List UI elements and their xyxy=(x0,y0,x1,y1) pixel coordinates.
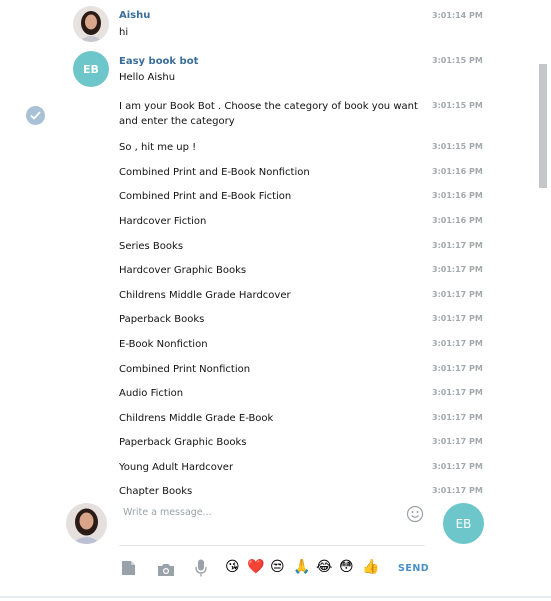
bottom-divider xyxy=(0,596,551,598)
message-time: 3:01:17 PM xyxy=(432,290,483,299)
bot-avatar-large[interactable]: EB xyxy=(443,503,484,544)
chat-scrollbar-thumb[interactable] xyxy=(539,64,547,188)
bot-avatar-initials: EB xyxy=(83,62,99,76)
message-text: hi xyxy=(119,27,129,38)
message-text: Hardcover Fiction xyxy=(119,216,207,227)
emoji-pray[interactable]: 🙏 xyxy=(293,558,310,576)
message-text: Audio Fiction xyxy=(119,388,184,399)
message-text: Young Adult Hardcover xyxy=(119,462,234,473)
message-time: 3:01:15 PM xyxy=(432,101,483,110)
my-avatar[interactable] xyxy=(66,503,107,544)
user-avatar[interactable] xyxy=(73,6,109,42)
camera-icon[interactable] xyxy=(157,562,175,581)
emoji-thumbs-up[interactable]: 👍 xyxy=(362,558,379,576)
message-time: 3:01:16 PM xyxy=(432,191,483,200)
message-text: E-Book Nonfiction xyxy=(119,339,208,350)
message-time: 3:01:17 PM xyxy=(432,241,483,250)
message-time: 3:01:17 PM xyxy=(432,486,483,495)
emoji-unamused[interactable]: 😒 xyxy=(270,558,285,576)
message-text: Paperback Books xyxy=(119,314,205,325)
message-time: 3:01:17 PM xyxy=(432,413,483,422)
message-time: 3:01:17 PM xyxy=(432,339,483,348)
message-time: 3:01:16 PM xyxy=(432,167,483,176)
microphone-icon[interactable] xyxy=(195,559,207,581)
bot-avatar[interactable]: EB xyxy=(73,51,109,87)
message-time: 3:01:17 PM xyxy=(432,265,483,274)
bot-avatar-large-initials: EB xyxy=(455,516,472,531)
message-text: Hello Aishu xyxy=(119,72,176,83)
message-text: Series Books xyxy=(119,241,184,252)
attach-file-icon[interactable] xyxy=(121,560,136,580)
message-text: Combined Print Nonfiction xyxy=(119,364,251,375)
message-text: So , hit me up ! xyxy=(119,142,197,153)
sender-name-bot[interactable]: Easy book bot xyxy=(119,56,198,67)
message-text: Combined Print and E-Book Fiction xyxy=(119,191,292,202)
message-input-area[interactable] xyxy=(119,500,425,546)
emoji-joy[interactable]: 😂 xyxy=(316,558,332,576)
message-text: Childrens Middle Grade E-Book xyxy=(119,413,274,424)
message-input[interactable] xyxy=(119,501,417,524)
message-text: Chapter Books xyxy=(119,486,193,496)
sender-name-user[interactable]: Aishu xyxy=(119,10,150,21)
message-time: 3:01:17 PM xyxy=(432,388,483,397)
message-text: Combined Print and E-Book Nonfiction xyxy=(119,167,310,178)
send-button[interactable]: SEND xyxy=(398,563,429,574)
message-text: Paperback Graphic Books xyxy=(119,437,247,448)
message-time: 3:01:15 PM xyxy=(432,142,483,151)
message-time: 3:01:17 PM xyxy=(432,314,483,323)
message-time: 3:01:17 PM xyxy=(432,364,483,373)
message-text: I am your Book Bot . Choose the category… xyxy=(119,101,418,127)
emoji-flushed[interactable]: 😳 xyxy=(339,558,354,576)
message-time: 3:01:16 PM xyxy=(432,216,483,225)
message-time: 3:01:14 PM xyxy=(432,11,483,20)
message-time: 3:01:17 PM xyxy=(432,462,483,471)
read-check-icon xyxy=(26,106,45,125)
emoji-toggle-icon[interactable] xyxy=(406,505,424,527)
message-time: 3:01:15 PM xyxy=(432,56,483,65)
message-text: Childrens Middle Grade Hardcover xyxy=(119,290,291,301)
chat-history: Aishu hi 3:01:14 PM EB Easy book bot Hel… xyxy=(0,0,538,496)
message-time: 3:01:17 PM xyxy=(432,437,483,446)
emoji-kiss[interactable]: 😘 xyxy=(225,558,240,576)
message-text: Hardcover Graphic Books xyxy=(119,265,247,276)
emoji-heart[interactable]: ❤️ xyxy=(247,558,264,576)
